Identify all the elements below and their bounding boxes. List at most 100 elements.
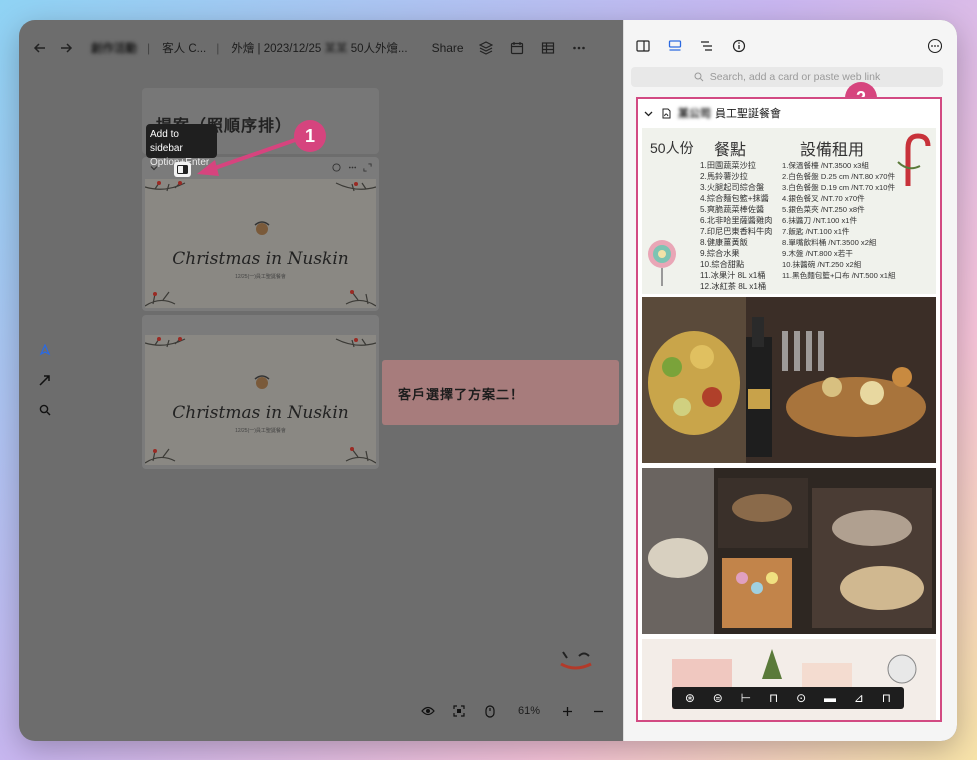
pdf-embed[interactable]: 某公司 員工聖誕餐會 50人份 餐點 設備租用 1.田園蔬菜沙拉 2.馬鈴薯沙拉… <box>636 97 942 722</box>
pdf-page-photo-1 <box>642 297 936 463</box>
menu-equip-item: 4.銀色餐叉 /NT.70 x70件 <box>782 194 865 203</box>
info-icon[interactable] <box>728 35 750 57</box>
menu-food-item: 3.火腿起司綜合盤 <box>700 183 765 192</box>
pdf-embed-header: 某公司 員工聖誕餐會 <box>638 99 940 127</box>
menu-food-item: 9.綜合水果 <box>700 249 740 258</box>
info-icon[interactable] <box>332 163 341 172</box>
sidebar-panel: Search, add a card or paste web link 2 某… <box>623 20 957 741</box>
buffet-photo-icon <box>642 468 936 634</box>
split-view-icon[interactable] <box>632 35 654 57</box>
chevron-down-icon[interactable] <box>644 109 653 118</box>
menu-food-item: 8.健康薑黃飯 <box>700 238 748 247</box>
pdf-tool-icon[interactable]: ⊓ <box>882 691 891 705</box>
menu-food-item: 6.北非哈里薩醬雞肉 <box>700 216 773 225</box>
calendar-icon[interactable] <box>508 39 526 57</box>
zoom-out-icon[interactable] <box>587 700 609 722</box>
menu-food-heading: 餐點 <box>714 142 747 159</box>
note-text: 客戶選擇了方案二！ <box>398 387 525 402</box>
pdf-page-photo-2 <box>642 468 936 634</box>
menu-food-item: 5.爽脆蔬菜棒佐醬 <box>700 205 765 214</box>
menu-equip-item: 10.抹醬碗 /NT.250 x2組 <box>782 260 862 269</box>
more-options-icon[interactable] <box>570 39 588 57</box>
note-card[interactable]: 客戶選擇了方案二！ <box>382 360 619 425</box>
fit-screen-icon[interactable] <box>448 700 470 722</box>
menu-equip-item: 5.銀色菜夾 /NT.250 x8件 <box>782 205 865 214</box>
pdf-tool-icon[interactable]: ⊢ <box>741 691 751 705</box>
branch-decoration-icon <box>345 447 376 464</box>
pdf-tool-icon[interactable]: ⊿ <box>854 691 864 705</box>
pen-tool-icon[interactable] <box>37 342 53 358</box>
pdf-tool-icon[interactable]: ⊓ <box>769 691 778 705</box>
breadcrumb-board-blurred: 某某 <box>324 43 348 55</box>
menu-equip-item: 2.白色餐盤 D.25 cm /NT.80 x70件 <box>782 172 896 181</box>
menu-equip-heading: 設備租用 <box>800 142 865 159</box>
card-script-title: Christmas in Nuskin <box>172 403 349 423</box>
search-input[interactable]: Search, add a card or paste web link <box>631 67 943 87</box>
menu-equip-list: 1.保溫餐檯 /NT.3500 x3組 2.白色餐盤 D.25 cm /NT.8… <box>782 160 896 281</box>
menu-equip-item: 6.抹醬刀 /NT.100 x1件 <box>782 216 858 225</box>
candy-cane-icon <box>897 133 931 186</box>
menu-equip-item: 7.飯匙 /NT.100 x1件 <box>782 227 850 236</box>
card-subtitle: 12/25(一)員工聖誕餐會 <box>235 428 286 434</box>
decor-illustration-icon <box>672 649 917 709</box>
pdf-card-option-2[interactable]: Christmas in Nuskin 12/25(一)員工聖誕餐會 <box>142 315 379 469</box>
expand-icon[interactable] <box>363 163 372 172</box>
top-bar: 創作活動 | 客人 C... | 外燴 | 2023/12/25 某某 50人外… <box>19 20 623 76</box>
pdf-thumbnail: Christmas in Nuskin 12/25(一)員工聖誕餐會 <box>145 179 376 308</box>
menu-food-item: 12.冰紅茶 8L x1桶 <box>700 282 767 291</box>
pdf-tool-icon[interactable]: ⊙ <box>796 691 806 705</box>
pdf-embed-owner: 某公司 <box>678 108 711 120</box>
pdf-tool-icon[interactable]: ⊜ <box>713 691 723 705</box>
connector-arrow-icon[interactable] <box>37 372 53 388</box>
branch-decoration-icon <box>335 338 376 348</box>
menu-food-item: 1.田園蔬菜沙拉 <box>700 161 756 170</box>
menu-food-item: 7.印尼巴東香料牛肉 <box>700 227 773 236</box>
menu-equip-item: 3.白色餐盤 D.19 cm /NT.70 x10件 <box>782 183 896 192</box>
breadcrumb-separator: | <box>147 41 151 55</box>
menu-food-list: 1.田園蔬菜沙拉 2.馬鈴薯沙拉 3.火腿起司綜合盤 4.綜合麵包籃+抹醬 5.… <box>700 160 772 292</box>
breadcrumb-board[interactable]: 外燴 | 2023/12/25 某某 50人外燴... <box>231 40 407 56</box>
callout-marker-1: 1 <box>294 120 326 152</box>
breadcrumb-client[interactable]: 客人 C... <box>162 40 206 56</box>
zoom-in-icon[interactable] <box>556 700 578 722</box>
zoom-level[interactable]: 61% <box>518 705 540 717</box>
back-button[interactable] <box>27 35 53 61</box>
more-options-icon[interactable] <box>927 38 943 54</box>
branch-decoration-icon <box>145 291 176 307</box>
mouse-icon[interactable] <box>479 700 501 722</box>
breadcrumb-board-label: 外燴 | 2023/12/25 <box>231 43 322 55</box>
preview-eye-icon[interactable] <box>417 700 439 722</box>
pdf-embed-title: 員工聖誕餐會 <box>715 108 781 120</box>
table-icon[interactable] <box>539 39 557 57</box>
outline-list-icon[interactable] <box>696 35 718 57</box>
breadcrumb-root[interactable]: 創作活動 <box>91 40 137 56</box>
arrow-left-icon <box>33 43 45 53</box>
search-icon <box>694 72 704 82</box>
bottom-bar: 61% <box>417 700 618 722</box>
breadcrumb-board-tail: 50人外燴... <box>350 43 408 55</box>
annotation-arrow-icon <box>197 136 303 176</box>
branch-decoration-icon <box>145 337 186 348</box>
more-icon[interactable] <box>348 163 357 172</box>
menu-equip-item: 9.木盤 /NT.800 x若干 <box>782 249 853 258</box>
catering-photo-icon <box>642 297 936 463</box>
branch-decoration-icon <box>345 290 376 307</box>
menu-food-item: 2.馬鈴薯沙拉 <box>700 172 748 181</box>
menu-food-item: 4.綜合麵包籃+抹醬 <box>700 194 769 203</box>
pdf-page-menu: 50人份 餐點 設備租用 1.田園蔬菜沙拉 2.馬鈴薯沙拉 3.火腿起司綜合盤 … <box>642 128 936 294</box>
pdf-tool-icon[interactable]: ▬ <box>824 691 836 705</box>
branch-decoration-icon <box>335 182 376 192</box>
share-button[interactable]: Share <box>432 41 464 55</box>
pdf-tool-icon[interactable]: ⊛ <box>685 691 695 705</box>
breadcrumb-separator: | <box>216 41 220 55</box>
pdf-card-option-1[interactable]: Christmas in Nuskin 12/25(一)員工聖誕餐會 <box>142 157 379 311</box>
forward-button[interactable] <box>53 35 79 61</box>
pdf-toolbar: ⊛ ⊜ ⊢ ⊓ ⊙ ▬ ⊿ ⊓ <box>672 687 904 709</box>
panel-tabs <box>624 20 957 72</box>
layers-icon[interactable] <box>477 39 495 57</box>
logo-icon <box>254 375 270 389</box>
pdf-page-decor <box>642 639 936 720</box>
arrow-right-icon <box>61 43 73 53</box>
search-icon[interactable] <box>37 402 53 418</box>
card-view-icon[interactable] <box>664 35 686 57</box>
